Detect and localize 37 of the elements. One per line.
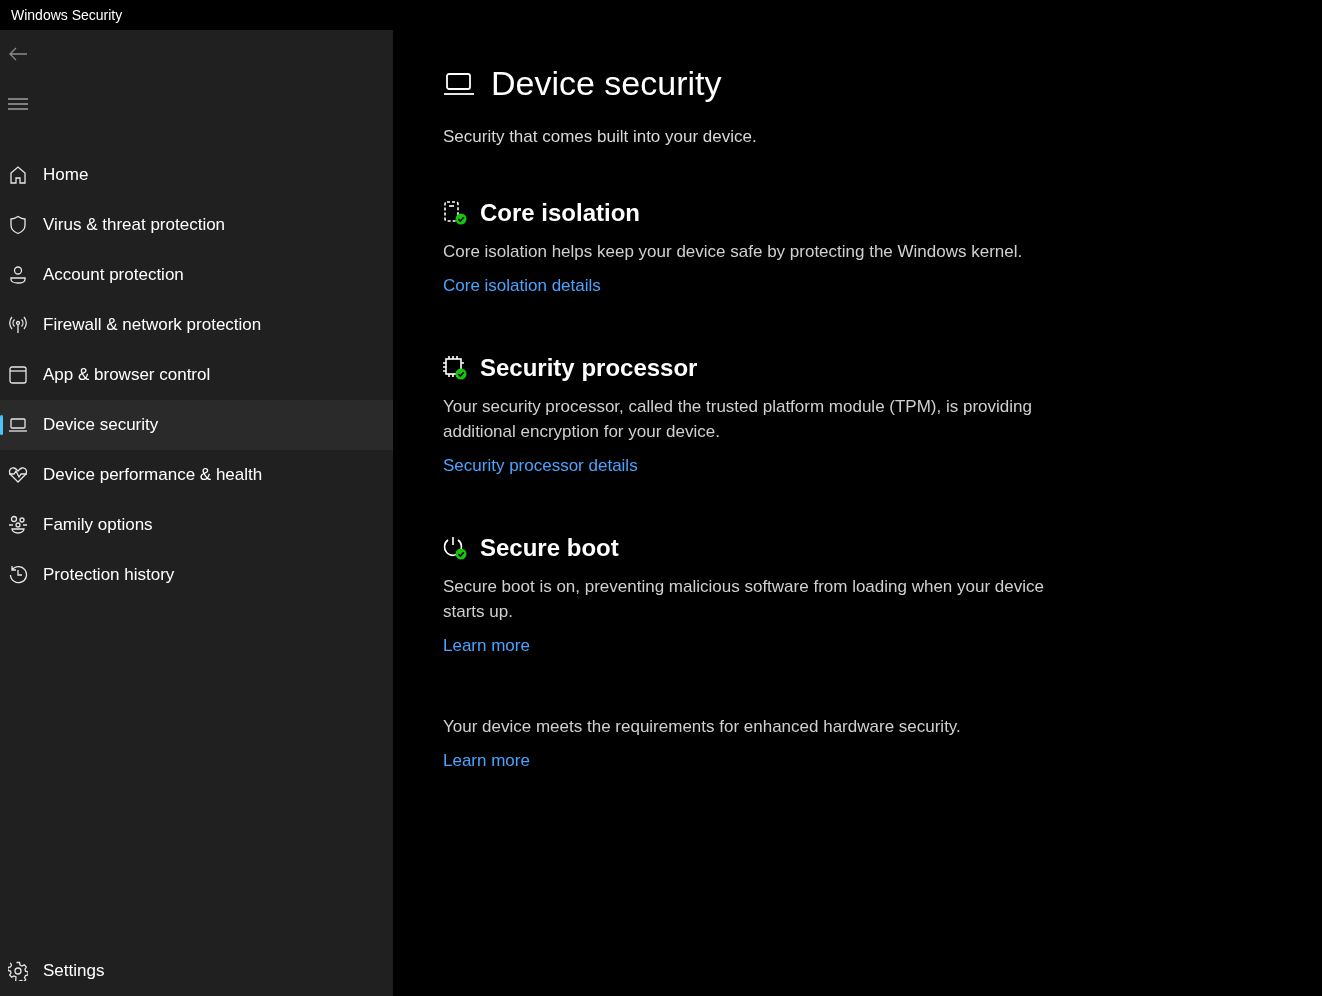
details-link[interactable]: Core isolation details xyxy=(443,276,601,296)
section-title: Security processor xyxy=(480,354,698,382)
settings-icon xyxy=(8,961,28,981)
section-title: Secure boot xyxy=(480,534,619,562)
window-title: Windows Security xyxy=(11,7,123,23)
details-link[interactable]: Learn more xyxy=(443,636,530,656)
back-button[interactable] xyxy=(8,45,28,63)
menu-button[interactable] xyxy=(8,95,28,113)
sidebar-item[interactable]: Device performance & health xyxy=(0,450,393,500)
laptop-icon xyxy=(443,71,475,96)
antenna-icon xyxy=(8,315,28,335)
page-subtitle: Security that comes built into your device. xyxy=(443,127,758,147)
person-icon xyxy=(8,265,28,285)
sidebar-item[interactable]: Virus & threat protection xyxy=(0,200,393,250)
window-icon xyxy=(8,365,28,385)
heart-pulse-icon xyxy=(8,465,28,485)
shield-icon xyxy=(8,215,28,235)
sidebar-item[interactable]: Family options xyxy=(0,500,393,550)
section-title: Core isolation xyxy=(480,199,641,227)
section-description: Core isolation helps keep your device safe by protecting the Windows kernel. xyxy=(443,241,1024,263)
requirements-text: Your device meets the requirements for enhanced hardware security. xyxy=(443,716,962,738)
sidebar-item[interactable]: Protection history xyxy=(0,550,393,600)
laptop-icon xyxy=(8,415,28,435)
sidebar-item[interactable]: Account protection xyxy=(0,250,393,300)
sidebar-item[interactable]: Device security xyxy=(0,400,393,450)
section-description: Your security processor, called the trusted platform module (TPM), is providing additional encryption for your device. xyxy=(443,396,1033,443)
history-icon xyxy=(8,565,28,585)
sidebar-item[interactable]: Home xyxy=(0,150,393,200)
details-link[interactable]: Security processor details xyxy=(443,456,638,476)
sidebar-item[interactable]: Firewall & network protection xyxy=(0,300,393,350)
sidebar-item[interactable]: App & browser control xyxy=(0,350,393,400)
people-icon xyxy=(8,515,28,535)
learn-more-link[interactable]: Learn more xyxy=(443,751,530,771)
home-icon xyxy=(8,165,28,185)
settings-item[interactable]: Settings xyxy=(0,946,393,996)
page-title: Device security xyxy=(491,64,722,103)
section-description: Secure boot is on, preventing malicious software from loading when your device starts up. xyxy=(443,576,1045,623)
